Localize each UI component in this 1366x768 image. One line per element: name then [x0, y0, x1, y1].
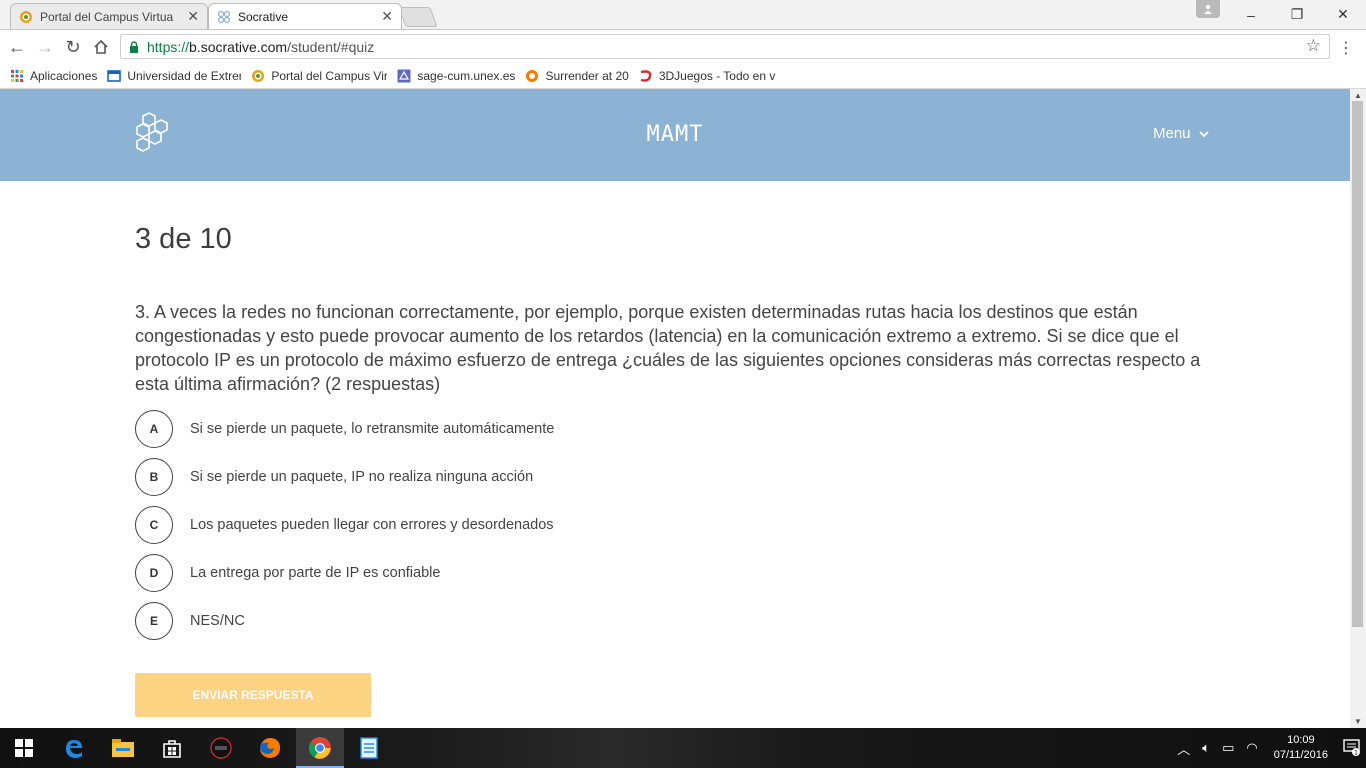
bookmark-apps[interactable]: Aplicaciones: [10, 69, 97, 83]
answer-option-a[interactable]: A Si se pierde un paquete, lo retransmit…: [135, 409, 554, 449]
minimize-icon[interactable]: –: [1228, 0, 1274, 29]
answer-letter[interactable]: A: [135, 410, 173, 448]
volume-muted-icon[interactable]: 🔈︎: [1202, 740, 1210, 756]
answer-text[interactable]: Si se pierde un paquete, lo retransmite …: [190, 421, 554, 437]
home-icon[interactable]: [90, 36, 112, 58]
url-path: /student/#quiz: [287, 38, 375, 55]
system-tray: ︿ 🔈︎ ▭ ◠ 10:09 07/11/2016 1: [1171, 728, 1366, 768]
question-text: 3. A veces la redes no funcionan correct…: [135, 302, 1201, 394]
chrome-menu-icon[interactable]: ⋮: [1338, 38, 1354, 58]
reload-icon[interactable]: ↻: [62, 36, 84, 58]
forward-arrow-icon[interactable]: →: [34, 36, 56, 58]
clock-date: 07/11/2016: [1273, 749, 1328, 761]
tab-close-icon[interactable]: ✕: [381, 8, 393, 25]
store-icon[interactable]: [148, 728, 196, 768]
file-explorer-icon[interactable]: [99, 728, 147, 768]
new-tab-button[interactable]: [398, 7, 438, 27]
menu-dropdown[interactable]: Menu: [1153, 125, 1209, 142]
answer-letter[interactable]: E: [135, 602, 173, 640]
question-progress: 3 de 10: [135, 223, 232, 255]
bookmark-star-icon[interactable]: ☆: [1306, 36, 1321, 56]
back-arrow-icon[interactable]: ←: [6, 36, 28, 58]
scrollbar-thumb[interactable]: [1352, 101, 1363, 627]
bookmark-label: sage-cum.unex.es: [417, 68, 516, 83]
3djuegos-icon: [640, 69, 652, 82]
address-bar[interactable]: https://b.socrative.com/student/#quiz ☆: [120, 34, 1330, 59]
battery-icon[interactable]: ▭: [1222, 740, 1234, 756]
scroll-down-icon[interactable]: ▼: [1354, 717, 1362, 726]
action-center-icon[interactable]: 1: [1338, 738, 1366, 759]
wifi-icon[interactable]: ◠: [1246, 740, 1257, 756]
answer-text[interactable]: La entrega por parte de IP es confiable: [190, 565, 440, 581]
bookmark-label: Surrender at 20: [545, 68, 629, 83]
apps-grid-icon: [11, 69, 23, 82]
notepad-icon[interactable]: [345, 728, 393, 768]
app-header: MAMT Menu: [0, 89, 1350, 181]
scroll-up-icon[interactable]: ▲: [1354, 91, 1362, 100]
tab-strip: Portal del Campus Virtua ✕ Socrative ✕ –…: [0, 0, 1366, 30]
url-scheme: https://: [147, 38, 190, 55]
close-window-icon[interactable]: ✕: [1320, 0, 1366, 29]
bookmark-universidad[interactable]: Universidad de Extren: [107, 69, 241, 83]
tray-chevron-up-icon[interactable]: ︿: [1177, 739, 1190, 758]
bookmark-label: Universidad de Extren: [127, 68, 242, 83]
tab-title: Socrative: [238, 9, 289, 24]
restore-icon[interactable]: ❐: [1274, 0, 1320, 29]
bookmark-sage[interactable]: sage-cum.unex.es: [397, 69, 515, 83]
socrative-page: MAMT Menu 3 de 10 3. A veces la redes no…: [0, 89, 1350, 728]
university-icon: [107, 69, 122, 82]
url-domain: b.socrative.com: [189, 38, 288, 55]
menu-label: Menu: [1153, 125, 1191, 142]
room-name: MAMT: [646, 122, 704, 147]
bookmark-3djuegos[interactable]: 3DJuegos - Todo en v: [639, 69, 777, 83]
answer-text[interactable]: Los paquetes pueden llegar con errores y…: [190, 517, 554, 533]
socrative-favicon-icon: [217, 10, 231, 23]
answer-option-b[interactable]: B Si se pierde un paquete, IP no realiza…: [135, 457, 533, 497]
chevron-down-icon: [1198, 130, 1209, 137]
bookmark-label: 3DJuegos - Todo en v: [658, 68, 776, 83]
tab-portal-campus[interactable]: Portal del Campus Virtua ✕: [10, 3, 208, 29]
campus-favicon-icon: [20, 10, 32, 23]
sage-icon: [397, 69, 411, 82]
answer-letter[interactable]: C: [135, 506, 173, 544]
taskbar-clock[interactable]: 10:09 07/11/2016: [1274, 733, 1328, 763]
browser-toolbar: ← → ↻ https://b.socrative.com/student/#q…: [0, 30, 1366, 63]
bookmark-portal-campus[interactable]: Portal del Campus Vir: [251, 69, 387, 83]
windows-start-icon[interactable]: [0, 728, 48, 768]
bookmarks-bar: Aplicaciones Universidad de Extren Porta…: [0, 63, 1366, 89]
answer-text[interactable]: Si se pierde un paquete, IP no realiza n…: [190, 469, 533, 485]
answer-letter[interactable]: D: [135, 554, 173, 592]
edge-icon[interactable]: [50, 728, 98, 768]
window-controls: – ❐ ✕: [1228, 0, 1366, 29]
bookmark-surrender[interactable]: Surrender at 20: [525, 68, 629, 83]
clock-time: 10:09: [1287, 734, 1315, 746]
windows-taskbar: ︿ 🔈︎ ▭ ◠ 10:09 07/11/2016 1: [0, 728, 1366, 768]
bookmark-label: Portal del Campus Vir: [271, 68, 388, 83]
chrome-icon[interactable]: [296, 728, 344, 768]
lock-icon: [130, 40, 138, 53]
profile-icon[interactable]: [1196, 0, 1220, 18]
campus-icon: [252, 69, 265, 82]
answer-letter[interactable]: B: [135, 458, 173, 496]
bookmark-label: Aplicaciones: [30, 68, 98, 83]
answer-option-d[interactable]: D La entrega por parte de IP es confiabl…: [135, 553, 440, 593]
tab-close-icon[interactable]: ✕: [187, 8, 199, 25]
submit-answer-button[interactable]: ENVIAR RESPUESTA: [135, 673, 371, 717]
notification-count: 1: [1354, 749, 1358, 756]
answer-option-e[interactable]: E NES/NC: [135, 601, 245, 641]
answer-text[interactable]: NES/NC: [190, 613, 245, 629]
tab-title: Portal del Campus Virtua: [40, 9, 174, 24]
page-scrollbar[interactable]: ▲ ▼: [1350, 89, 1366, 728]
answer-option-c[interactable]: C Los paquetes pueden llegar con errores…: [135, 505, 554, 545]
surrender-icon: [526, 69, 539, 82]
tab-socrative[interactable]: Socrative ✕: [208, 3, 402, 29]
asus-app-icon[interactable]: [197, 728, 245, 768]
firefox-icon[interactable]: [246, 728, 294, 768]
